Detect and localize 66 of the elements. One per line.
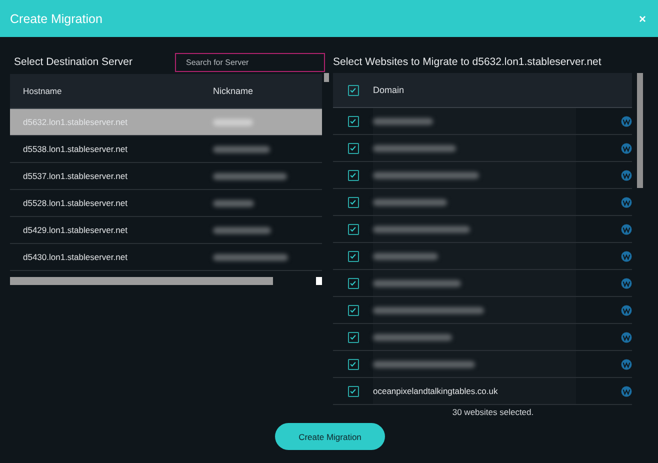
- checkbox[interactable]: [348, 116, 358, 126]
- checkbox[interactable]: [348, 170, 358, 180]
- hostname-cell-text: d5632.lon1.stableserver.net: [22, 117, 128, 127]
- server-row[interactable]: d5429.lon1.stableserver.net: [10, 217, 322, 244]
- check-icon: [349, 144, 357, 152]
- scrollbar-corner: [316, 277, 322, 285]
- checkbox[interactable]: [348, 142, 358, 154]
- check-icon: [349, 171, 357, 179]
- redacted-text: [373, 118, 433, 124]
- w-circle-icon: [621, 278, 632, 288]
- hostname-cell-text: d5528.lon1.stableserver.net: [22, 198, 128, 208]
- server-row[interactable]: d5538.lon1.stableserver.net: [10, 136, 322, 163]
- redacted-text: [213, 226, 271, 234]
- hostname-cell-text: d5430.lon1.stableserver.net: [22, 252, 128, 262]
- check-icon: [349, 117, 357, 125]
- checkbox[interactable]: [348, 196, 358, 208]
- section-heading: Select Destination Server: [14, 56, 132, 68]
- redacted-text: [213, 118, 253, 126]
- hostname-cell-text: d5537.lon1.stableserver.net: [22, 171, 128, 181]
- server-row[interactable]: d5528.lon1.stableserver.net: [10, 190, 322, 217]
- column-header: Domain: [373, 85, 404, 95]
- redacted-text: [213, 200, 254, 206]
- redacted-text: [373, 252, 438, 260]
- checkbox[interactable]: [348, 304, 358, 316]
- checkbox[interactable]: [348, 224, 358, 234]
- w-circle-icon: [621, 196, 632, 208]
- hostname-cell-text: d5429.lon1.stableserver.net: [22, 225, 128, 235]
- domain-cell: oceanpixelandtalkingtables.co.uk: [373, 386, 498, 396]
- server-row[interactable]: d5430.lon1.stableserver.net: [10, 244, 322, 271]
- check-icon: [349, 198, 357, 206]
- w-circle-icon: [621, 332, 632, 342]
- check-icon: [349, 306, 357, 314]
- scrollbar-thumb[interactable]: [637, 73, 643, 188]
- check-icon: [349, 279, 357, 287]
- w-circle-icon: [621, 386, 632, 396]
- check-icon: [349, 333, 357, 341]
- check-icon: [349, 387, 357, 395]
- w-circle-icon: [621, 170, 632, 180]
- check-icon: [349, 360, 357, 368]
- create-migration-button[interactable]: Create Migration: [275, 423, 385, 450]
- window-title: Create Migration: [10, 12, 102, 26]
- w-circle-icon: [621, 142, 632, 154]
- checkbox[interactable]: [348, 84, 358, 96]
- w-circle-icon: [621, 358, 632, 370]
- scrollbar-thumb[interactable]: [10, 277, 273, 285]
- column-header: Nickname: [213, 86, 254, 96]
- section-heading: Select Websites to Migrate to d5632.lon1.stableserver.net: [333, 55, 602, 70]
- w-circle-icon: [621, 250, 632, 262]
- search-field[interactable]: Search for Server: [175, 52, 325, 72]
- selection-summary: 30 websites selected.: [451, 407, 535, 417]
- checkbox[interactable]: [348, 332, 358, 342]
- redacted-text: [213, 146, 270, 152]
- w-circle-icon: [621, 116, 632, 126]
- checkbox[interactable]: [348, 278, 358, 288]
- w-circle-icon: [621, 304, 632, 316]
- checkbox[interactable]: [348, 386, 358, 396]
- check-icon: [349, 225, 357, 233]
- check-icon: [349, 252, 357, 260]
- hostname-cell-text: d5538.lon1.stableserver.net: [22, 144, 128, 154]
- scrollbar-thumb[interactable]: [324, 73, 329, 82]
- checkbox[interactable]: [348, 358, 358, 370]
- column-header: Hostname: [22, 86, 63, 96]
- check-icon: [349, 86, 357, 94]
- checkbox[interactable]: [348, 250, 358, 262]
- server-row[interactable]: d5537.lon1.stableserver.net: [10, 163, 322, 190]
- w-circle-icon: [621, 224, 632, 234]
